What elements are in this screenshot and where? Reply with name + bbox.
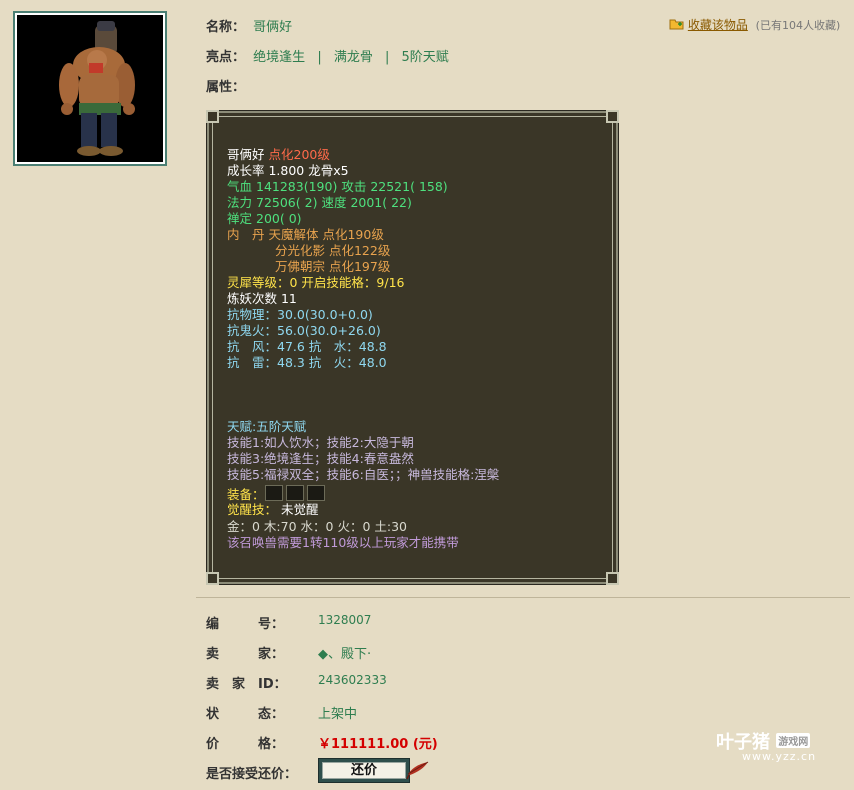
panel-refine-line: 炼妖次数 11	[227, 291, 297, 306]
neidan-entry: 分光化影 点化122级	[275, 243, 391, 258]
item-name: 哥俩好	[253, 20, 293, 35]
atk-value: 22521( 158)	[370, 179, 448, 194]
highlight-separator: |	[385, 50, 390, 65]
panel-skills-line: 技能3:绝境逢生；技能4:春意盎然	[227, 451, 414, 466]
panel-equip-line: 装备：	[227, 485, 328, 503]
panel-res-wind-water: 抗 风：47.6 抗 水：48.8	[227, 339, 387, 354]
pet-figure-image	[59, 21, 135, 156]
panel-hp-atk-line: 气血 141283(190) 攻击 22521( 158)	[227, 179, 448, 195]
favorite-link[interactable]: 收藏该物品	[688, 18, 748, 32]
item-name-row: 名称： 哥俩好	[206, 16, 292, 35]
panel-res-thunder-fire: 抗 雷：48.3 抗 火：48.0	[227, 355, 387, 370]
panel-talent: 天赋:五阶天赋	[227, 419, 307, 434]
neidan-entry: 万佛朝宗 点化197级	[275, 259, 391, 274]
panel-name-line: 哥俩好 点化200级	[227, 147, 330, 163]
awaken-value: 未觉醒	[281, 502, 319, 517]
panel-growth: 成长率 1.800 龙骨x5	[227, 163, 349, 178]
item-name-label: 名称：	[206, 20, 246, 35]
watermark-url: www.yzz.cn	[742, 750, 817, 763]
panel-zen-line: 禅定 200( 0)	[227, 211, 302, 227]
feather-icon	[406, 761, 429, 780]
detail-seller-id-value: 243602333	[318, 673, 387, 687]
awaken-label: 觉醒技：	[227, 502, 278, 517]
panel-corner-ornament	[606, 572, 619, 585]
spd-value: 2001( 22)	[350, 195, 412, 210]
favorite-area: 收藏该物品 (已有104人收藏)	[669, 16, 840, 33]
detail-seller-label: 卖 家：	[206, 647, 285, 662]
equip-slot-icon[interactable]	[264, 485, 283, 501]
favorite-folder-icon	[669, 19, 684, 30]
favorite-count: (已有104人收藏)	[755, 19, 841, 32]
highlights-label: 亮点：	[206, 50, 246, 65]
panel-skills-line: 技能1:如人饮水；技能2:大隐于朝	[227, 435, 414, 450]
neidan-entry: 天魔解体 点化190级	[268, 227, 384, 242]
highlight-item: 满龙骨	[333, 50, 373, 65]
panel-neidan-line: 内 丹 天魔解体 点化190级	[227, 227, 384, 243]
panel-elements: 金：0 木:70 水：0 火：0 土:30	[227, 519, 407, 534]
panel-corner-ornament	[206, 110, 219, 123]
highlight-item: 绝境逢生	[253, 50, 306, 65]
hp-value: 141283(190)	[256, 179, 338, 194]
highlight-separator: |	[317, 50, 322, 65]
mp-value: 72506( 2)	[256, 195, 318, 210]
atk-label: 攻击	[341, 179, 367, 194]
panel-corner-ornament	[606, 110, 619, 123]
detail-bargain-label: 是否接受还价：	[206, 767, 298, 782]
zen-label: 禅定	[227, 211, 253, 226]
panel-requirement: 该召唤兽需要1转110级以上玩家才能携带	[227, 535, 459, 550]
watermark-badge: 游戏网	[776, 733, 811, 748]
mp-label: 法力	[227, 195, 253, 210]
panel-res-ghost: 抗鬼火：56.0(30.0+26.0)	[227, 323, 381, 338]
detail-status-value: 上架中	[318, 707, 358, 722]
section-divider	[196, 597, 850, 598]
panel-pet-name: 哥俩好	[227, 147, 265, 162]
panel-pet-level: 点化200级	[268, 147, 330, 162]
pet-portrait	[13, 11, 167, 166]
detail-id-label: 编 号：	[206, 617, 285, 632]
detail-id-value: 1328007	[318, 613, 372, 627]
panel-corner-ornament	[206, 572, 219, 585]
panel-rhino-line: 灵犀等级：0 开启技能格：9/16	[227, 275, 405, 290]
hp-label: 气血	[227, 179, 253, 194]
bargain-button[interactable]: 还价	[318, 758, 410, 783]
bargain-button-label: 还价	[322, 762, 406, 779]
panel-res-phys: 抗物理：30.0(30.0+0.0)	[227, 307, 373, 322]
panel-mp-spd-line: 法力 72506( 2) 速度 2001( 22)	[227, 195, 412, 211]
panel-skills-line: 技能5:福禄双全；技能6:自医；；神兽技能格:涅槃	[227, 467, 500, 482]
equip-label: 装备：	[227, 487, 265, 502]
equip-slot-icon[interactable]	[285, 485, 304, 501]
highlight-item: 5阶天赋	[401, 50, 449, 65]
highlights-row: 亮点： 绝境逢生 | 满龙骨 | 5阶天赋	[206, 46, 449, 65]
neidan-label: 内 丹	[227, 227, 265, 242]
detail-seller-id-label: 卖 家 ID：	[206, 677, 287, 692]
attributes-label: 属性：	[206, 80, 246, 95]
spd-label: 速度	[321, 195, 347, 210]
detail-seller-value: ◆、殿下·	[318, 647, 372, 662]
attributes-row: 属性：	[206, 76, 245, 95]
panel-awaken-line: 觉醒技： 未觉醒	[227, 502, 319, 518]
zen-value: 200( 0)	[256, 211, 302, 226]
equip-slot-icon[interactable]	[306, 485, 325, 501]
pet-attribute-panel: 哥俩好 点化200级 成长率 1.800 龙骨x5 气血 141283(190)…	[206, 110, 619, 585]
detail-price-value: ￥111111.00 (元)	[318, 737, 438, 752]
detail-status-label: 状 态：	[206, 707, 285, 722]
detail-price-label: 价 格：	[206, 737, 285, 752]
